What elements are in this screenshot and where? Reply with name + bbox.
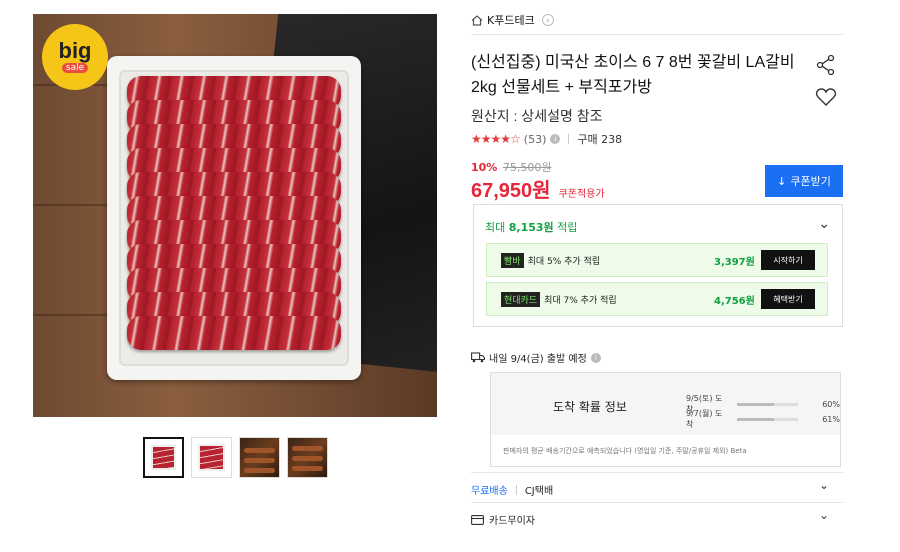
offer-row: 현대카드 최대 7% 추가 적립 4,756원 혜택받기 (486, 282, 828, 316)
info-icon[interactable]: i (590, 352, 601, 363)
offer-text: 최대 5% 추가 적립 (527, 256, 601, 267)
offer-tag: 빰바 (501, 252, 524, 268)
divider (471, 34, 843, 35)
purchase-count: 구매 238 (577, 133, 623, 146)
thumbnail-1[interactable] (143, 437, 184, 478)
arrival-bar (737, 402, 799, 406)
arrival-bar (737, 417, 799, 421)
shipping-eta: 내일 9/4(금) 출발 예정 i (471, 350, 601, 365)
divider (568, 134, 570, 144)
truck-icon (471, 352, 485, 363)
discount-row: 10% 75,500원 (471, 159, 551, 175)
grill-meat (244, 458, 275, 463)
share-icon[interactable] (815, 54, 837, 76)
heart-icon[interactable] (815, 86, 837, 108)
origin-info: 원산지 : 상세설명 참조 (471, 108, 603, 124)
arrival-bar-fill (737, 417, 775, 421)
download-icon: ↓ (777, 174, 787, 188)
product-title: (신선집중) 미국산 초이스 6 7 8번 꽃갈비 LA갈비 2kg 선물세트 … (471, 54, 795, 96)
thumbnail-meat (151, 445, 176, 470)
arrival-probability-box: 도착 확률 정보 9/5(토) 도착 60% 9/7(월) 도착 61% 판매자… (490, 372, 841, 467)
grill-meat (292, 446, 323, 451)
divider (471, 472, 843, 473)
divider (471, 502, 843, 503)
free-shipping-label: 무료배송 (471, 486, 508, 497)
shipping-eta-text: 내일 9/4(금) 출발 예정 (489, 354, 587, 365)
free-shipping-row[interactable]: 무료배송 CJ택배 (471, 482, 553, 497)
thumbnail-meat (198, 444, 225, 471)
info-icon[interactable]: i (550, 134, 561, 144)
arrival-note: 판매자의 평균 배송기간으로 예측되었습니다 (영업일 기준, 주말/공휴일 제… (503, 447, 747, 455)
grill-meat (292, 456, 323, 461)
card-installment-row[interactable]: 카드무이자 (471, 512, 535, 527)
thumbnail-3[interactable] (239, 437, 280, 478)
points-prefix: 최대 (485, 221, 509, 234)
arrival-summary: 도착 확률 정보 9/5(토) 도착 60% 9/7(월) 도착 61% (491, 373, 840, 435)
offer-amount: 3,397원 (714, 256, 755, 268)
arrival-bar-fill (737, 402, 774, 406)
badge-sale-text: sale (61, 63, 89, 73)
thumbnail-strip (143, 437, 328, 478)
meat-tray (107, 56, 361, 380)
chevron-down-icon[interactable]: ⌄ (819, 508, 829, 522)
tray-inner (119, 70, 349, 366)
offer-start-button[interactable]: 시작하기 (761, 250, 815, 270)
card-installment-label: 카드무이자 (489, 516, 535, 527)
seller-link[interactable]: K푸드테크 › (471, 12, 554, 28)
coupon-button-label: 쿠폰받기 (790, 175, 831, 188)
points-suffix: 적립 (553, 221, 578, 234)
discount-rate: 10% (471, 161, 498, 174)
original-price: 75,500원 (502, 161, 552, 174)
offer-amount: 4,756원 (714, 295, 755, 307)
price-note: 쿠폰적용가 (558, 189, 605, 200)
points-amount: 8,153원 (508, 221, 554, 234)
home-icon (471, 14, 483, 26)
grill-meat (292, 466, 323, 471)
arrival-title: 도착 확률 정보 (553, 400, 627, 414)
seller-name: K푸드테크 (487, 14, 535, 27)
arrival-date: 9/7(월) 도착 (686, 409, 723, 429)
chevron-down-icon[interactable]: ⌄ (818, 216, 830, 232)
thumbnail-2[interactable] (191, 437, 232, 478)
badge-big-text: big (58, 38, 92, 63)
points-summary: 최대 8,153원 적립 (485, 219, 577, 235)
thumbnail-4[interactable] (287, 437, 328, 478)
arrival-line: 9/7(월) 도착 61% (686, 408, 840, 430)
offer-text: 최대 7% 추가 적립 (544, 295, 617, 306)
offer-tag: 현대카드 (501, 291, 541, 307)
points-panel: 최대 8,153원 적립 ⌄ 빰바 최대 5% 추가 적립 3,397원 시작하… (473, 204, 843, 327)
card-icon (471, 514, 484, 525)
rating-stars: ★★★★☆ (471, 132, 521, 146)
coupon-button[interactable]: ↓ 쿠폰받기 (765, 165, 843, 197)
chevron-down-icon[interactable]: ⌄ (819, 478, 829, 492)
chevron-right-icon: › (541, 14, 554, 26)
arrival-percent: 61% (822, 414, 840, 424)
price-row: 67,950원 쿠폰적용가 (471, 174, 605, 203)
review-count[interactable]: (53) (524, 133, 547, 146)
divider (515, 484, 517, 495)
offer-benefit-button[interactable]: 혜택받기 (761, 289, 815, 309)
rating-row: ★★★★☆ (53) i 구매 238 (471, 131, 622, 147)
offer-row: 빰바 최대 5% 추가 적립 3,397원 시작하기 (486, 243, 828, 277)
grill-meat (244, 448, 275, 453)
courier-name: CJ택배 (524, 486, 554, 497)
grill-meat (244, 468, 275, 473)
meat-slice (127, 316, 341, 350)
big-sale-badge: big sale (42, 24, 108, 90)
sale-price: 67,950원 (471, 180, 551, 202)
